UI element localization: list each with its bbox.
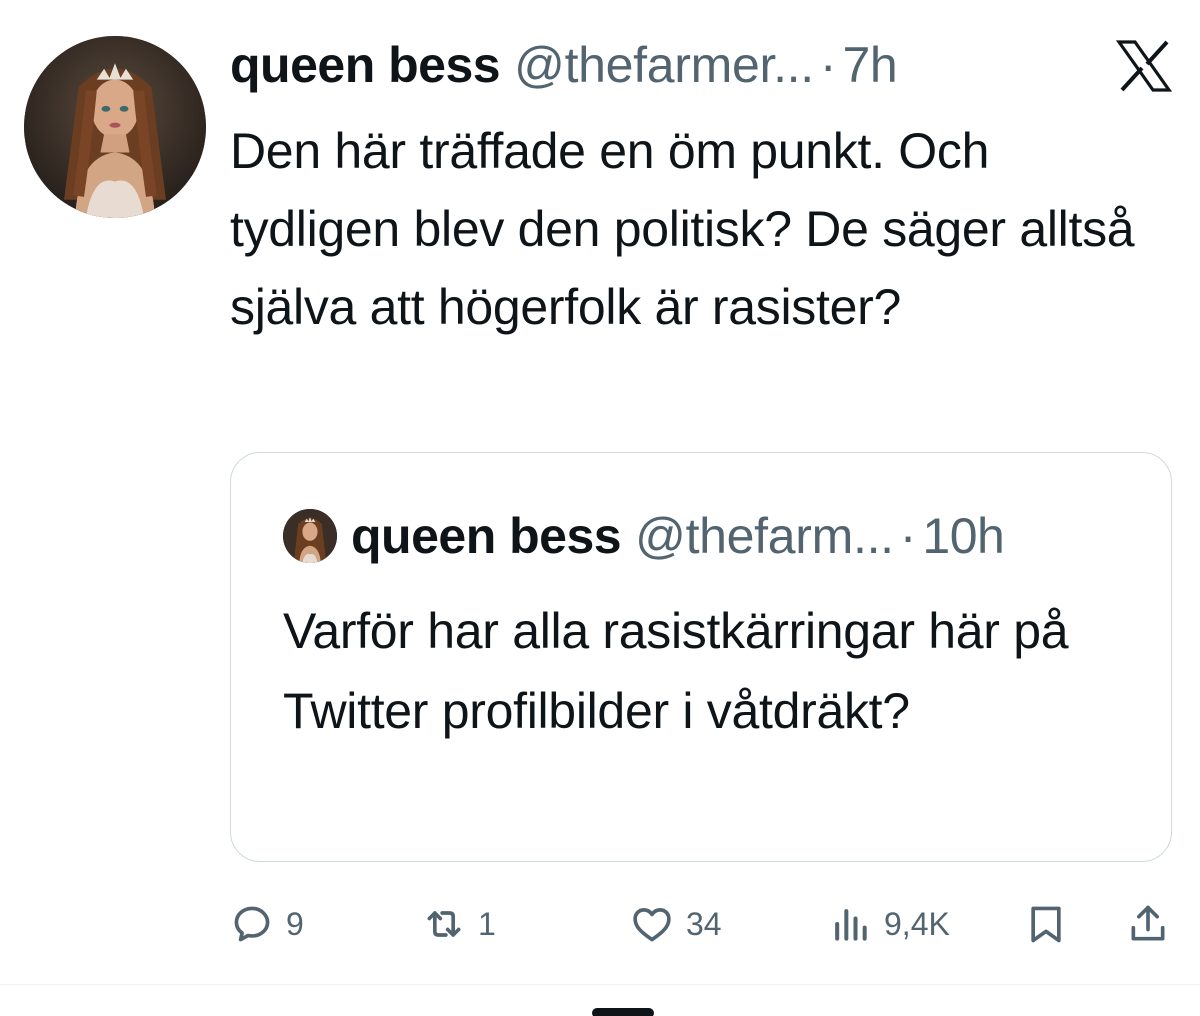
author-avatar[interactable] (24, 36, 206, 218)
tweet-card: queen bess @thefarmer... · 7h Den här tr… (0, 0, 1200, 1016)
tweet-timestamp[interactable]: 7h (843, 34, 898, 96)
views-button[interactable]: 9,4K (828, 896, 950, 952)
tweet-text: Den här träffade en öm punkt. Och tydlig… (230, 123, 1148, 335)
tweet-header: queen bess @thefarmer... · 7h (230, 34, 898, 96)
quoted-tweet-timestamp: 10h (922, 508, 1005, 564)
heart-icon (633, 908, 671, 942)
bookmark-icon (1031, 906, 1061, 943)
like-count: 34 (686, 905, 722, 942)
action-bar: 9 1 34 9,4K (230, 896, 1172, 952)
quoted-avatar-illustration (283, 509, 337, 563)
home-indicator (592, 1008, 654, 1016)
author-display-name[interactable]: queen bess (230, 34, 501, 96)
quoted-tweet-header: queen bess @thefarm... · 10h (351, 505, 1005, 567)
header-separator: · (819, 37, 837, 93)
avatar-illustration (24, 36, 206, 218)
quoted-tweet-text: Varför har alla rasistkärringar här på T… (283, 603, 1081, 739)
quoted-author-avatar (283, 509, 337, 563)
views-chart-icon (835, 909, 867, 941)
bookmark-button[interactable] (1024, 896, 1068, 952)
repost-button[interactable]: 1 (422, 896, 496, 952)
share-icon (1131, 905, 1165, 941)
reply-count: 9 (286, 905, 304, 942)
share-button[interactable] (1126, 896, 1170, 952)
bottom-divider (0, 984, 1200, 985)
repost-icon (427, 911, 461, 937)
quoted-author-handle: @thefarm... (635, 508, 894, 564)
repost-count: 1 (478, 905, 496, 942)
like-button[interactable]: 34 (630, 896, 722, 952)
quoted-header-separator: · (899, 508, 917, 564)
x-logo-icon[interactable] (1115, 40, 1173, 92)
quoted-author-display-name: queen bess (351, 508, 622, 564)
view-count: 9,4K (884, 905, 950, 942)
author-handle[interactable]: @thefarmer... (514, 34, 814, 96)
reply-icon (234, 906, 270, 942)
quoted-tweet[interactable]: queen bess @thefarm... · 10h Varför har … (230, 452, 1172, 862)
reply-button[interactable]: 9 (230, 896, 304, 952)
